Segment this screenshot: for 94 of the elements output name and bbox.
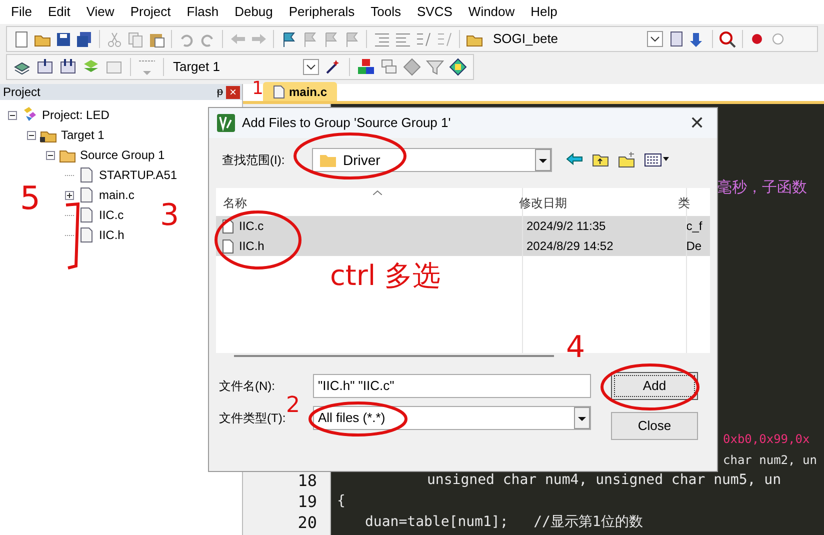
line-number: 20 [296, 512, 317, 534]
file-type: c_f [685, 218, 704, 235]
column-header[interactable]: 名称 [216, 194, 512, 212]
tree-item[interactable]: IIC.c [99, 206, 124, 224]
file-icon [78, 187, 95, 203]
dialog-button[interactable]: Add [611, 372, 698, 400]
line-number: 18 [296, 470, 317, 492]
handwritten-note: ctrl 多选 [330, 262, 441, 290]
file-type: De [685, 238, 703, 255]
handwritten-note: 2 [286, 395, 300, 417]
windows-icon [380, 58, 398, 76]
code-line: 0xb0,0x99,0x [723, 430, 810, 448]
save-icon [55, 30, 72, 48]
file-row[interactable]: IIC.c 2024/9/2 11:35 c_f [216, 216, 710, 236]
handwritten-note: 4 [566, 333, 586, 363]
file-row[interactable]: IIC.h 2024/8/29 14:52 De [216, 236, 710, 256]
tree-item[interactable]: Target 1 [61, 126, 104, 144]
look-in-label: 查找范围(I): [222, 152, 286, 169]
line-number: 19 [296, 490, 317, 512]
outdent-icon [394, 30, 411, 48]
new-file-icon [13, 30, 30, 48]
panel-title: Project [3, 84, 42, 101]
menu-item[interactable]: Debug [226, 2, 281, 22]
view-menu-icon [644, 151, 670, 169]
menu-item[interactable]: Window [460, 2, 523, 22]
column-header[interactable]: 修改日期 [512, 194, 672, 212]
file-name: IIC.c [239, 218, 264, 235]
file-date: 2024/8/29 14:52 [526, 238, 614, 255]
menu-item[interactable]: Edit [40, 2, 78, 22]
chip-icon [449, 58, 467, 76]
menu-item[interactable]: Help [522, 2, 566, 22]
cut-icon [106, 30, 123, 48]
comment-lines-icon [415, 30, 432, 48]
menu-item[interactable]: Project [122, 2, 179, 22]
copy-icon [127, 30, 144, 48]
tree-item[interactable]: IIC.h [99, 226, 124, 244]
save-all-icon [76, 30, 93, 48]
file-icon [78, 227, 95, 243]
file-type-label: 文件类型(T): [219, 411, 286, 425]
look-in-dropdown[interactable]: Driver [312, 148, 552, 172]
ink-bracket [66, 202, 80, 270]
code-line: unsigned char num4, unsigned char num5, un [427, 471, 782, 490]
menu-item[interactable]: Tools [362, 2, 410, 22]
handwritten-note: 3 [160, 201, 180, 231]
menu-item[interactable]: Flash [178, 2, 227, 22]
document-icon [668, 30, 685, 48]
tree-item[interactable]: STARTUP.A51 [99, 166, 178, 184]
code-line: duan=table[num1]; //显示第1位的数 [365, 513, 643, 532]
collapse-icon[interactable] [8, 110, 17, 120]
editor-tab[interactable]: main.c [263, 82, 338, 101]
collapse-icon[interactable] [46, 150, 55, 160]
close-button[interactable]: × [226, 86, 240, 98]
dialog-title: Add Files to Group 'Source Group 1' [242, 114, 452, 132]
components-icon [357, 58, 375, 76]
code-line: 毫秒，子函数 [717, 177, 807, 198]
tree-item[interactable]: Source Group 1 [80, 146, 165, 164]
file-icon [78, 207, 95, 223]
dialog-button[interactable]: Close [611, 412, 698, 440]
handwritten-note: 1 [252, 80, 264, 98]
file-name-label: 文件名(N): [219, 379, 275, 393]
app-logo-icon [217, 114, 235, 132]
pin-button[interactable]: ᵽ [214, 84, 226, 100]
expand-icon[interactable] [65, 190, 74, 200]
diamond-icon [403, 58, 421, 76]
load-icon [138, 58, 156, 76]
funnel-icon [426, 58, 444, 76]
close-button[interactable]: ✕ [677, 110, 717, 136]
indent-icon [373, 30, 390, 48]
file-name-field[interactable]: "IIC.h" "IIC.c" [313, 374, 591, 398]
menu-item[interactable]: File [3, 2, 40, 22]
column-header[interactable]: 类 [671, 194, 710, 212]
sort-caret-icon [373, 190, 382, 195]
new-folder-icon [618, 151, 636, 169]
tree-item[interactable]: main.c [99, 186, 134, 204]
file-icon [273, 84, 285, 98]
file-icon [222, 238, 234, 254]
rebuild-icon [59, 58, 77, 76]
folder-icon [319, 152, 337, 168]
file-icon [78, 167, 95, 183]
code-line: { [337, 492, 346, 511]
magnifier-icon [719, 30, 736, 48]
file-type-dropdown[interactable]: All files (*.*) [313, 406, 591, 430]
code-line: char num2, un [723, 452, 817, 468]
file-name: IIC.h [239, 238, 264, 255]
menu-item[interactable]: SVCS [409, 2, 460, 22]
tree-item[interactable]: Project: LED [42, 106, 110, 124]
build-icon [36, 58, 54, 76]
uncomment-lines-icon [436, 30, 453, 48]
target-combo-text: SOGI_bete [493, 30, 560, 48]
file-date: 2024/9/2 11:35 [526, 218, 607, 235]
collapse-icon[interactable] [27, 130, 36, 140]
handwritten-note: 5 [20, 182, 40, 214]
menu-item[interactable]: Peripherals [280, 2, 363, 22]
menu-item[interactable]: View [78, 2, 122, 22]
